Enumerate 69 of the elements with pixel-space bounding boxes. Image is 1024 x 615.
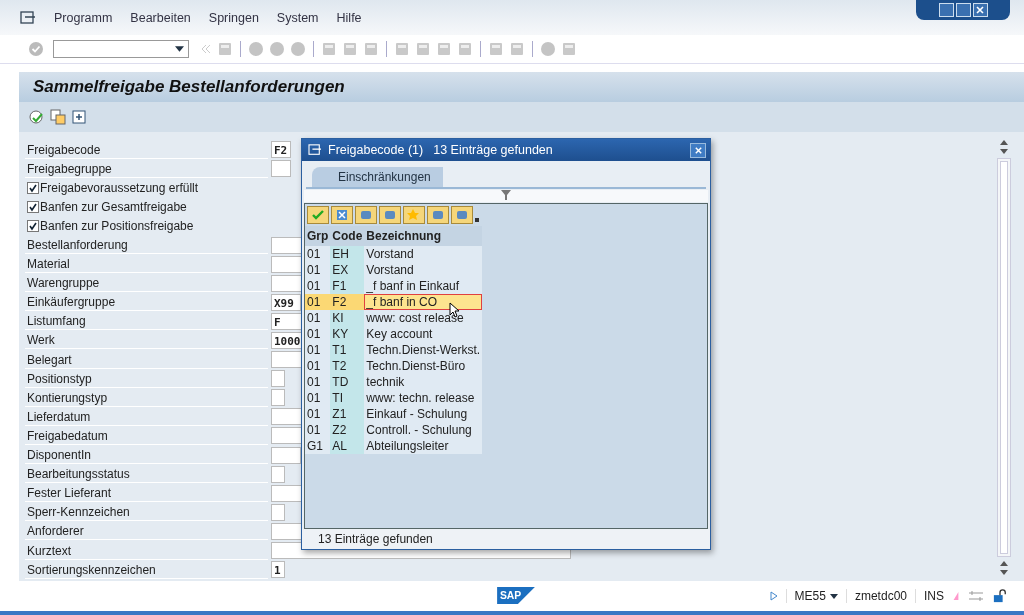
table-cell: T2 bbox=[330, 358, 365, 374]
table-cell: Key account bbox=[364, 326, 483, 342]
table-cell: F2 bbox=[330, 294, 365, 310]
field-label: Fester Lieferant bbox=[25, 484, 268, 503]
table-cell: 01 bbox=[305, 358, 331, 374]
field-label: DisponentIn bbox=[25, 446, 268, 465]
table-cell: Z1 bbox=[330, 406, 365, 422]
table-cell: TI bbox=[330, 390, 365, 406]
table-cell: Vorstand bbox=[364, 246, 483, 262]
field-label: Listumfang bbox=[25, 312, 268, 331]
page-title: Sammelfreigabe Bestellanforderungen bbox=[19, 72, 1024, 102]
table-cell: www: cost release bbox=[364, 310, 483, 326]
table-cell: KI bbox=[330, 310, 365, 326]
field-label: Belegart bbox=[25, 350, 268, 369]
field-label: Bearbeitungsstatus bbox=[25, 465, 268, 484]
field-label: Sortierungskennzeichen bbox=[25, 560, 268, 579]
table-cell: EH bbox=[330, 246, 365, 262]
field-label: Freigabedatum bbox=[25, 426, 268, 445]
table-cell: Z2 bbox=[330, 422, 365, 438]
table-cell: KY bbox=[330, 326, 365, 342]
table-cell: www: techn. release bbox=[364, 390, 483, 406]
field-label: Positionstyp bbox=[25, 369, 268, 388]
field-label: Einkäufergruppe bbox=[25, 293, 268, 312]
table-cell: Controll. - Schulung bbox=[364, 422, 483, 438]
field-label: Werk bbox=[25, 331, 268, 350]
field-label: Anforderer bbox=[25, 522, 268, 541]
table-cell: T1 bbox=[330, 342, 365, 358]
field-label: Material bbox=[25, 255, 268, 274]
table-cell: 01 bbox=[305, 390, 331, 406]
table-cell: TD bbox=[330, 374, 365, 390]
table-cell: AL bbox=[330, 438, 365, 454]
table-cell: 01 bbox=[305, 246, 331, 262]
table-cell: Techn.Dienst-Werkst. bbox=[364, 342, 483, 358]
field-label: Freigabecode bbox=[25, 140, 268, 159]
table-cell: F1 bbox=[330, 278, 365, 294]
checkbox-label: Banfen zur Positionsfreigabe bbox=[40, 217, 194, 235]
dialog-title: Freigabecode (1) bbox=[328, 143, 424, 157]
field-label: Kontierungstyp bbox=[25, 388, 268, 407]
server-name: zmetdc00 bbox=[845, 589, 907, 603]
table-cell: EX bbox=[330, 262, 365, 278]
field-label: Bestellanforderung bbox=[25, 236, 268, 254]
table-cell: Einkauf - Schulung bbox=[364, 406, 483, 422]
field-label: Freigabegruppe bbox=[25, 159, 268, 178]
table-cell: Vorstand bbox=[364, 262, 483, 278]
table-cell: _f banf in CO bbox=[364, 294, 483, 310]
table-cell: 01 bbox=[305, 310, 331, 326]
table-cell: 01 bbox=[305, 406, 331, 422]
sap-logo: SAP bbox=[497, 587, 535, 604]
table-cell: 01 bbox=[305, 278, 331, 294]
field-label: Warengruppe bbox=[25, 274, 268, 293]
table-cell: 01 bbox=[305, 342, 331, 358]
field-label: Kurztext bbox=[25, 541, 268, 560]
checkbox-label: Freigabevoraussetzung erfüllt bbox=[40, 179, 199, 197]
table-cell: Techn.Dienst-Büro bbox=[364, 358, 483, 374]
table-cell: 01 bbox=[305, 262, 331, 278]
field-label: Lieferdatum bbox=[25, 407, 268, 426]
status-text: 13 Einträge gefunden bbox=[318, 532, 433, 546]
checkbox-label: Banfen zur Gesamtfreigabe bbox=[40, 198, 187, 216]
table-cell: technik bbox=[364, 374, 483, 390]
table-cell: _f banf in Einkauf bbox=[364, 278, 483, 294]
table-cell: 01 bbox=[305, 326, 331, 342]
table-cell: 01 bbox=[305, 294, 331, 310]
field-label: Sperr-Kennzeichen bbox=[25, 503, 268, 522]
dialog-subtitle: 13 Einträge gefunden bbox=[433, 143, 553, 157]
table-cell: G1 bbox=[305, 438, 331, 454]
table-cell: 01 bbox=[305, 374, 331, 390]
table-cell: Abteilungsleiter bbox=[364, 438, 483, 454]
table-cell: 01 bbox=[305, 422, 331, 438]
insert-mode: INS bbox=[915, 589, 944, 603]
